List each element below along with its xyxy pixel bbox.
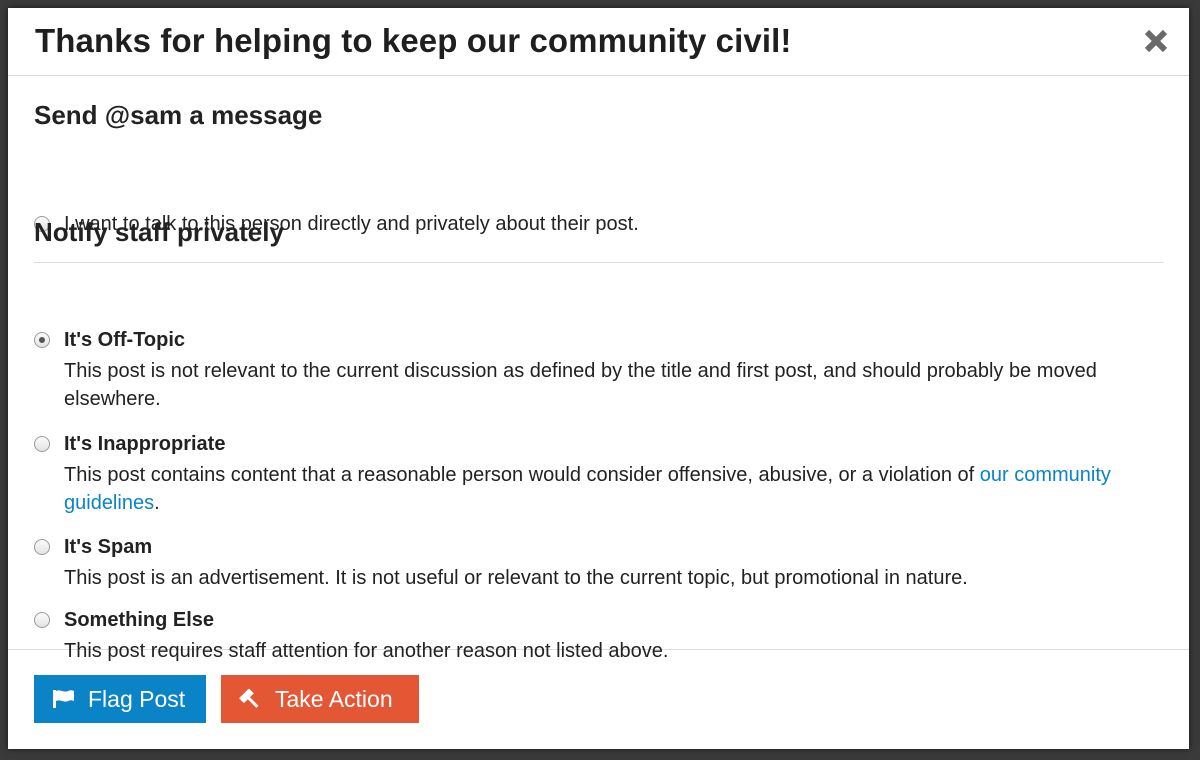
- off-topic-description: This post is not relevant to the current…: [64, 360, 1097, 410]
- gavel-icon: [239, 688, 259, 708]
- message-section-title: Send @sam a message: [34, 100, 323, 130]
- inappropriate-description: This post contains content that a reason…: [64, 461, 1124, 517]
- modal-footer: Flag Post Take Action: [8, 650, 1189, 748]
- spam-radio[interactable]: [34, 539, 50, 555]
- flag-modal: Thanks for helping to keep our community…: [8, 8, 1189, 749]
- inappropriate-label: It's Inappropriate: [64, 433, 226, 455]
- close-icon[interactable]: [1143, 28, 1169, 54]
- inappropriate-radio[interactable]: [34, 436, 50, 452]
- something-else-label: Something Else: [64, 609, 215, 631]
- modal-body: Send @sam a message I want to talk to th…: [8, 76, 1189, 662]
- section-divider: [34, 262, 1164, 263]
- off-topic-label: It's Off-Topic: [64, 329, 186, 351]
- flag-post-button[interactable]: Flag Post: [34, 675, 206, 723]
- take-action-button[interactable]: Take Action: [221, 675, 419, 723]
- inappropriate-description-text: This post contains content that a reason…: [64, 464, 980, 486]
- take-action-label: Take Action: [275, 685, 393, 712]
- spam-description: This post is an advertisement. It is not…: [64, 567, 968, 589]
- modal-header: Thanks for helping to keep our community…: [8, 8, 1189, 76]
- notify-section-title: Notify staff privately: [34, 217, 284, 247]
- spam-label: It's Spam: [64, 536, 153, 558]
- something-else-radio[interactable]: [34, 612, 50, 628]
- flag-icon: [53, 690, 74, 708]
- modal-title: Thanks for helping to keep our community…: [35, 22, 792, 59]
- off-topic-radio[interactable]: [34, 332, 50, 348]
- flag-post-label: Flag Post: [88, 685, 186, 712]
- inappropriate-description-end: .: [154, 492, 160, 514]
